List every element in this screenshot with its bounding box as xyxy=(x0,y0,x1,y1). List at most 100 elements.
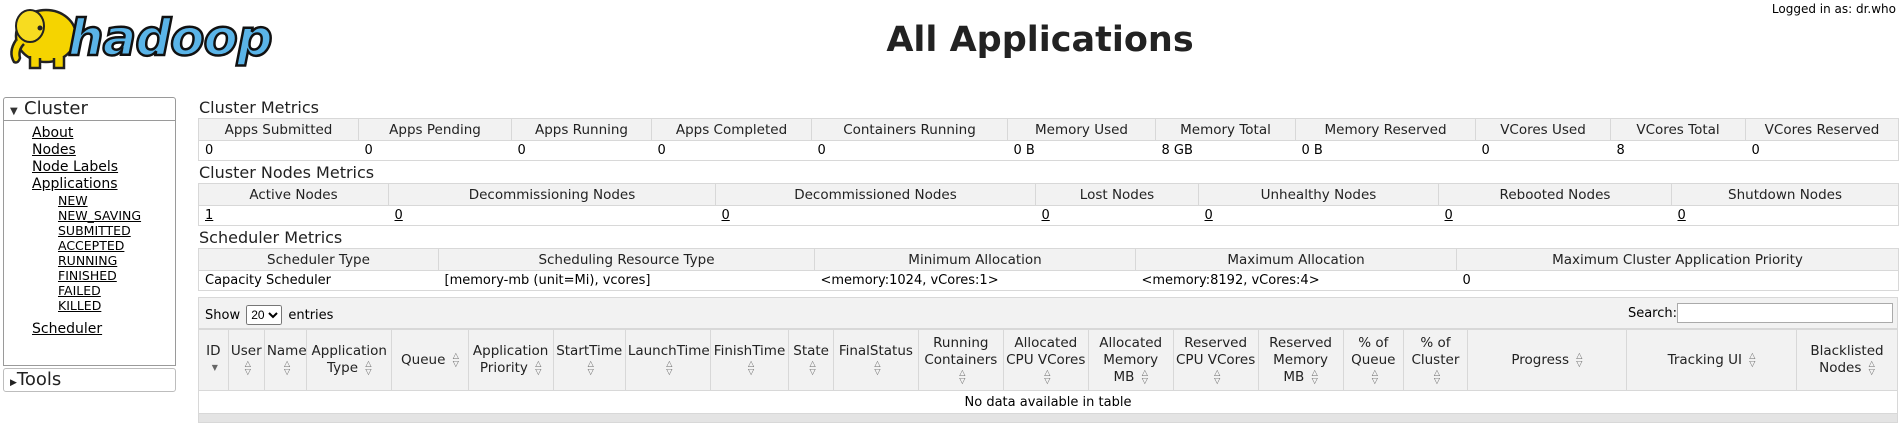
th-application-priority[interactable]: Application Priority △ ▽ xyxy=(467,329,554,391)
cluster-section-header[interactable]: ▼ Cluster xyxy=(3,97,176,121)
th-reserved-cpu-vcores[interactable]: Reserved CPU VCores △ ▽ xyxy=(1172,329,1259,391)
col-active-nodes: Active Nodes xyxy=(198,183,389,206)
th-label: FinishTime xyxy=(713,343,786,359)
app-state-new-saving[interactable]: NEW_SAVING xyxy=(58,208,141,223)
empty-table-message: No data available in table xyxy=(198,390,1898,414)
col-apps-completed: Apps Completed xyxy=(651,118,812,141)
tools-label: Tools xyxy=(16,369,62,390)
page-title: All Applications xyxy=(886,20,1194,60)
apps-table-footer xyxy=(198,414,1898,423)
shutdown-nodes-link[interactable]: 0 xyxy=(1678,208,1686,223)
app-state-running[interactable]: RUNNING xyxy=(58,253,117,268)
sort-icon: △ ▽ xyxy=(747,359,755,376)
metric-value: 0 B xyxy=(1007,140,1156,161)
col-apps-running: Apps Running xyxy=(511,118,652,141)
col-apps-submitted: Apps Submitted xyxy=(198,118,359,141)
th-percent-of-cluster[interactable]: % of Cluster △ ▽ xyxy=(1403,329,1468,391)
app-state-accepted[interactable]: ACCEPTED xyxy=(58,238,124,253)
page-length-select[interactable]: 20 xyxy=(246,305,283,325)
th-label: Queue xyxy=(401,351,446,368)
hadoop-logo[interactable]: hadoop xyxy=(6,2,306,76)
app-state-new[interactable]: NEW xyxy=(58,193,88,208)
th-user[interactable]: User △ ▽ xyxy=(227,329,265,391)
th-queue[interactable]: Queue △ ▽ xyxy=(391,329,469,391)
metric-value: 8 GB xyxy=(1155,140,1296,161)
scheduler-value: [memory-mb (unit=Mi), vcores] xyxy=(438,270,815,291)
sort-icon: △ ▽ xyxy=(1576,350,1583,368)
logo-text: hadoop xyxy=(67,9,274,68)
th-label: Allocated CPU VCores xyxy=(1006,334,1086,368)
th-tracking-ui[interactable]: Tracking UI △ ▽ xyxy=(1626,329,1797,391)
sidebar: ▼ Cluster About Nodes Node Labels Applica… xyxy=(3,97,176,392)
sidebar-item-nodes[interactable]: Nodes xyxy=(32,142,76,158)
sort-icon: △ ▽ xyxy=(1311,367,1318,385)
sort-icon: △ ▽ xyxy=(874,359,881,376)
col-unhealthy-nodes: Unhealthy Nodes xyxy=(1198,183,1439,206)
col-decommissioning-nodes: Decommissioning Nodes xyxy=(388,183,716,206)
th-label: State xyxy=(793,343,829,359)
lost-nodes-link[interactable]: 0 xyxy=(1042,208,1050,223)
tools-section-header[interactable]: ▶Tools xyxy=(3,368,176,392)
th-finalstatus[interactable]: FinalStatus △ ▽ xyxy=(832,329,919,391)
main-content: Cluster Metrics Apps Submitted Apps Pend… xyxy=(198,98,1899,423)
scheduler-value: <memory:8192, vCores:4> xyxy=(1135,270,1457,291)
decommissioning-nodes-link[interactable]: 0 xyxy=(395,208,403,223)
th-label: Application Type xyxy=(311,343,387,376)
app-state-submitted[interactable]: SUBMITTED xyxy=(58,223,131,238)
th-finishtime[interactable]: FinishTime △ ▽ xyxy=(709,329,790,391)
col-rebooted-nodes: Rebooted Nodes xyxy=(1438,183,1672,206)
app-state-failed[interactable]: FAILED xyxy=(58,283,101,298)
sort-icon: △ ▽ xyxy=(1371,367,1378,385)
active-nodes-link[interactable]: 1 xyxy=(205,208,213,223)
th-running-containers[interactable]: Running Containers △ ▽ xyxy=(917,329,1004,391)
col-maximum-allocation: Maximum Allocation xyxy=(1135,248,1457,271)
app-state-finished[interactable]: FINISHED xyxy=(58,268,117,283)
metric-value: 0 xyxy=(358,140,512,161)
col-memory-used: Memory Used xyxy=(1007,118,1156,141)
decommissioned-nodes-link[interactable]: 0 xyxy=(722,208,730,223)
sort-icon: △ ▽ xyxy=(1868,359,1875,376)
scheduler-value: <memory:1024, vCores:1> xyxy=(814,270,1136,291)
th-id[interactable]: ID ▼ xyxy=(198,329,229,391)
scheduler-metrics-title: Scheduler Metrics xyxy=(199,228,343,247)
th-label: % of Queue xyxy=(1351,334,1396,368)
unhealthy-nodes-link[interactable]: 0 xyxy=(1205,208,1213,223)
cluster-metrics-table: Apps Submitted Apps Pending Apps Running… xyxy=(198,118,1899,161)
th-launchtime[interactable]: LaunchTime △ ▽ xyxy=(624,329,711,391)
apps-table-controls: Show 20 entries Search: xyxy=(198,297,1898,329)
cluster-label: Cluster xyxy=(24,98,88,119)
sort-icon: △ ▽ xyxy=(283,359,291,376)
th-percent-of-queue[interactable]: % of Queue △ ▽ xyxy=(1342,329,1405,391)
metric-value: 0 xyxy=(1475,140,1611,161)
app-state-killed[interactable]: KILLED xyxy=(58,298,101,313)
sort-icon: △ ▽ xyxy=(1141,367,1148,385)
th-progress[interactable]: Progress △ ▽ xyxy=(1466,329,1628,391)
sort-icon: △ ▽ xyxy=(535,359,542,376)
th-name[interactable]: Name △ ▽ xyxy=(263,329,308,391)
th-starttime[interactable]: StartTime △ ▽ xyxy=(552,329,626,391)
th-blacklisted-nodes[interactable]: Blacklisted Nodes △ ▽ xyxy=(1795,329,1899,391)
col-containers-running: Containers Running xyxy=(811,118,1008,141)
sort-icon: △ ▽ xyxy=(809,359,816,376)
th-label: StartTime xyxy=(556,343,623,359)
triangle-down-icon: ▼ xyxy=(10,106,18,117)
metric-value: 0 B xyxy=(1295,140,1476,161)
search-input[interactable] xyxy=(1677,303,1893,323)
th-label: User xyxy=(230,343,262,359)
rebooted-nodes-link[interactable]: 0 xyxy=(1445,208,1453,223)
sidebar-item-applications[interactable]: Applications xyxy=(32,176,118,192)
th-application-type[interactable]: Application Type △ ▽ xyxy=(306,329,393,391)
sidebar-item-scheduler[interactable]: Scheduler xyxy=(32,321,102,337)
metric-value: 0 xyxy=(198,140,359,161)
sidebar-item-about[interactable]: About xyxy=(32,125,73,141)
sort-icon: △ ▽ xyxy=(244,359,251,376)
th-state[interactable]: State △ ▽ xyxy=(788,329,834,391)
th-reserved-memory-mb[interactable]: Reserved Memory MB △ ▽ xyxy=(1257,329,1344,391)
cluster-menu: About Nodes Node Labels Applications NEW… xyxy=(3,121,176,366)
sort-icon: △ ▽ xyxy=(666,359,673,376)
login-info: Logged in as: dr.who xyxy=(1771,2,1896,16)
search-control: Search: xyxy=(1628,303,1893,323)
th-allocated-cpu-vcores[interactable]: Allocated CPU VCores △ ▽ xyxy=(1002,329,1089,391)
sidebar-item-node-labels[interactable]: Node Labels xyxy=(32,159,118,175)
th-allocated-memory-mb[interactable]: Allocated Memory MB △ ▽ xyxy=(1087,329,1174,391)
